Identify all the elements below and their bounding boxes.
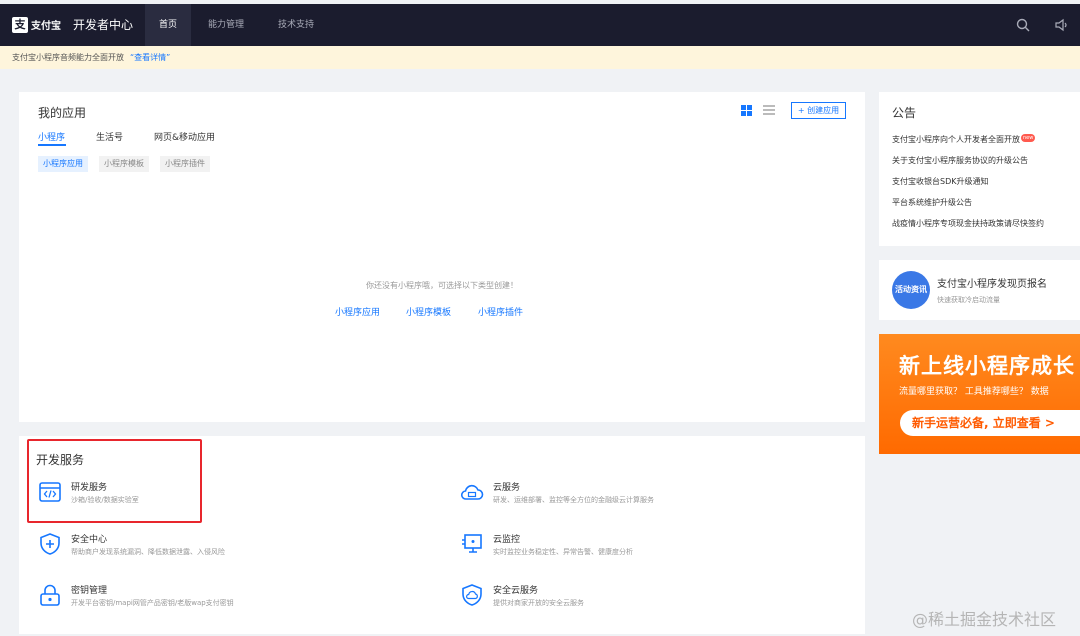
activity-avatar: 活动资讯 xyxy=(892,271,930,309)
discover-title: 支付宝小程序发现页报名 xyxy=(937,279,1047,290)
nav-home[interactable]: 首页 xyxy=(145,4,192,46)
cloud-icon xyxy=(460,480,484,504)
chip-mini-program-plugin[interactable]: 小程序插件 xyxy=(160,156,210,172)
notice-item[interactable]: 战疫情小程序专项现金扶持政策请尽快签约 xyxy=(892,218,1044,229)
service-name: 安全中心 xyxy=(71,535,108,545)
banner-link[interactable]: “查看详情” xyxy=(130,53,170,62)
chip-mini-program-template[interactable]: 小程序模板 xyxy=(99,156,149,172)
logo-mark: 支 xyxy=(12,16,28,33)
service-name: 云服务 xyxy=(493,483,521,493)
service-desc: 帮助商户发现系统漏洞、降低数据泄露、入侵风险 xyxy=(71,548,225,556)
service-desc: 研发、运维部署、监控等全方位的金融级云计算服务 xyxy=(493,496,654,504)
promo-title: 新上线小程序成长 xyxy=(899,354,1075,378)
nav-capability-management[interactable]: 能力管理 xyxy=(208,4,244,46)
alipay-logo[interactable]: 支 支付宝 开发者中心 xyxy=(12,16,133,33)
service-desc: 开发平台密钥/mapi网管产品密钥/老版wap支付密钥 xyxy=(71,599,234,607)
lock-icon xyxy=(38,583,62,607)
list-view-icon[interactable] xyxy=(763,105,775,116)
notice-title: 公告 xyxy=(892,106,917,120)
service-name: 密钥管理 xyxy=(71,586,108,596)
promo-banner[interactable]: 新上线小程序成长 流量哪里获取？ 工具推荐哪些？ 数据 新手运营必备, 立即查看… xyxy=(879,334,1080,454)
grid-view-icon[interactable] xyxy=(741,105,752,116)
tab-mini-program[interactable]: 小程序 xyxy=(38,130,65,143)
create-mini-program-template-link[interactable]: 小程序模板 xyxy=(406,305,451,318)
service-desc: 提供对商家开放的安全云服务 xyxy=(493,599,584,607)
promo-button[interactable]: 新手运营必备, 立即查看 > xyxy=(900,410,1080,436)
banner-text: 支付宝小程序音频能力全面开放 xyxy=(12,53,124,62)
site-title: 开发者中心 xyxy=(73,18,134,32)
chip-mini-program-app[interactable]: 小程序应用 xyxy=(38,156,88,172)
my-apps-panel: 我的应用 + 创建应用 小程序 生活号 网页&移动应用 小程序应用 小程序模板 … xyxy=(19,92,865,422)
notice-item[interactable]: 平台系统维护升级公告 xyxy=(892,197,972,208)
service-name: 安全云服务 xyxy=(493,586,539,596)
my-apps-title: 我的应用 xyxy=(38,106,87,120)
nav-tech-support[interactable]: 技术支持 xyxy=(278,4,314,46)
notice-item[interactable]: 关于支付宝小程序服务协议的升级公告 xyxy=(892,155,1028,166)
tab-web-mobile-app[interactable]: 网页&移动应用 xyxy=(154,130,215,143)
top-nav: 支 支付宝 开发者中心 首页 能力管理 技术支持 xyxy=(0,4,1080,46)
cloud-shield-icon xyxy=(460,583,484,607)
active-tab-indicator xyxy=(38,144,66,146)
search-icon[interactable] xyxy=(1016,18,1030,36)
discover-signup-card[interactable]: 活动资讯 支付宝小程序发现页报名 快速获取冷启动流量 xyxy=(879,260,1080,320)
monitor-icon xyxy=(460,532,484,556)
create-mini-program-plugin-link[interactable]: 小程序插件 xyxy=(478,305,523,318)
service-desc: 实时监控业务稳定性、异常告警、健康度分析 xyxy=(493,548,633,556)
logo-text: 支付宝 xyxy=(31,21,61,32)
new-badge: new xyxy=(1021,134,1036,142)
notice-item[interactable]: 支付宝收银台SDK升级通知 xyxy=(892,176,988,187)
create-app-button[interactable]: + 创建应用 xyxy=(791,102,846,119)
service-name: 云监控 xyxy=(493,535,521,545)
shield-plus-icon xyxy=(38,532,62,556)
create-mini-program-app-link[interactable]: 小程序应用 xyxy=(335,305,380,318)
promo-subtitle: 流量哪里获取？ 工具推荐哪些？ 数据 xyxy=(899,387,1049,397)
discover-subtitle: 快速获取冷启动流量 xyxy=(937,296,1000,304)
announcement-banner: 支付宝小程序音频能力全面开放 “查看详情” xyxy=(0,46,1080,69)
highlight-box xyxy=(27,439,202,523)
empty-state-text: 你还没有小程序哦，可选择以下类型创建！ xyxy=(366,281,518,290)
notice-item-text: 支付宝小程序向个人开发者全面开放 xyxy=(892,135,1020,144)
speaker-icon[interactable] xyxy=(1054,18,1068,36)
notice-panel: 公告 支付宝小程序向个人开发者全面开放 new 关于支付宝小程序服务协议的升级公告… xyxy=(879,92,1080,246)
tab-life-account[interactable]: 生活号 xyxy=(96,130,123,143)
notice-item[interactable]: 支付宝小程序向个人开发者全面开放 new xyxy=(892,134,1036,145)
watermark: @稀土掘金技术社区 xyxy=(912,610,1057,629)
